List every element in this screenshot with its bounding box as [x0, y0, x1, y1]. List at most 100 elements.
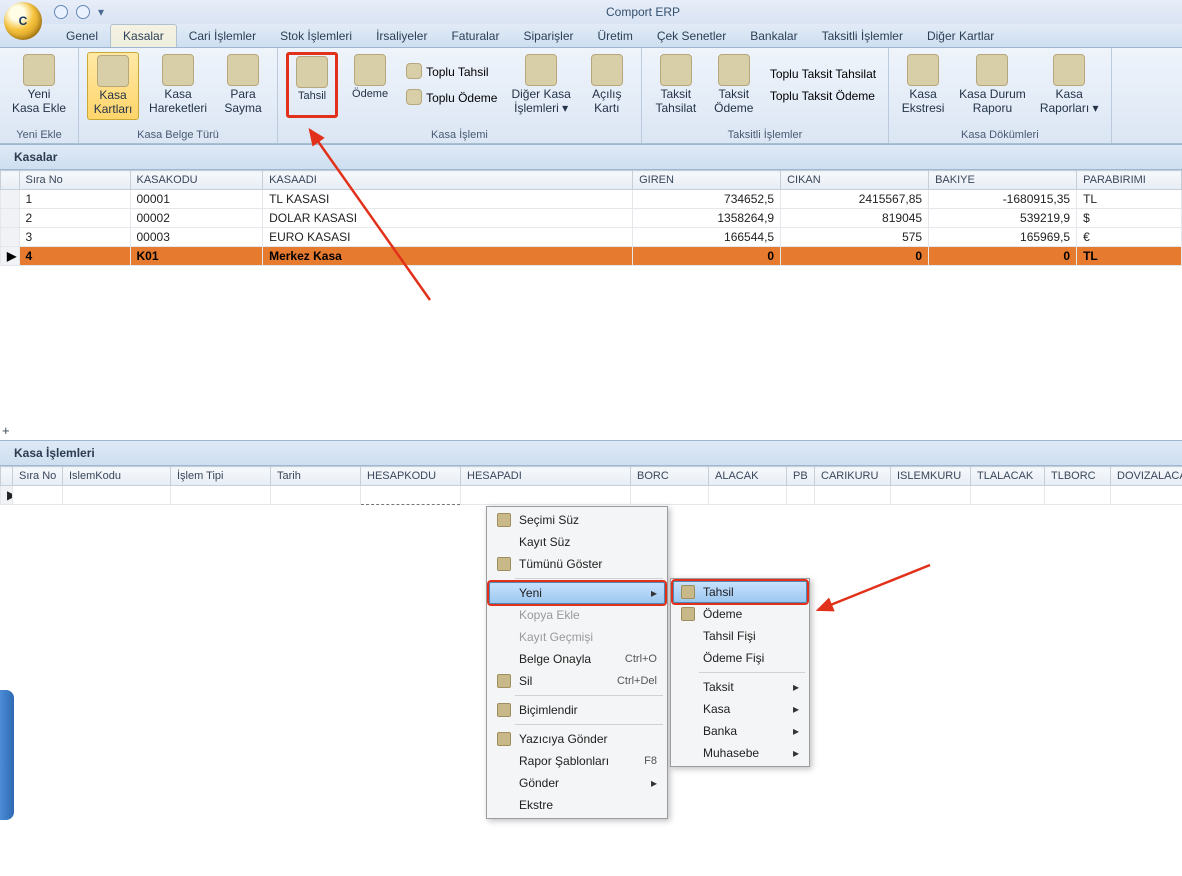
btn-kasa-hareketleri[interactable]: KasaHareketleri: [145, 52, 211, 120]
col[interactable]: HESAPKODU: [361, 467, 461, 486]
btn-toplu-odeme[interactable]: Toplu Ödeme: [406, 89, 497, 107]
col-kasaadi[interactable]: KASAADI: [263, 171, 633, 190]
tab-banka[interactable]: Bankalar: [738, 25, 809, 47]
menu-item[interactable]: Tahsil Fişi: [673, 625, 807, 647]
blank-icon: [679, 701, 697, 717]
menu-item[interactable]: Gönder▸: [489, 772, 665, 794]
qat-info-icon[interactable]: [54, 5, 68, 19]
btn-acilis-karti[interactable]: AçılışKartı: [581, 52, 633, 118]
col-kasakodu[interactable]: KASAKODU: [130, 171, 263, 190]
empty-row[interactable]: ▶: [1, 486, 1182, 505]
menu-label: Kayıt Süz: [519, 535, 657, 549]
col[interactable]: HESAPADI: [461, 467, 631, 486]
menu-item[interactable]: Kayıt Süz: [489, 531, 665, 553]
qat-refresh-icon[interactable]: [76, 5, 90, 19]
btn-diger-kasa-islemleri[interactable]: Diğer Kasaİşlemleri ▾: [507, 52, 574, 118]
blank-icon: [495, 797, 513, 813]
col[interactable]: İşlem Tipi: [171, 467, 271, 486]
tab-kasalar[interactable]: Kasalar: [110, 24, 177, 47]
tab-uretim[interactable]: Üretim: [586, 25, 645, 47]
menu-item[interactable]: Yazıcıya Gönder: [489, 728, 665, 750]
menu-item[interactable]: Seçimi Süz: [489, 509, 665, 531]
col[interactable]: IslemKodu: [63, 467, 171, 486]
col[interactable]: BORC: [631, 467, 709, 486]
blank-icon: [495, 607, 513, 623]
col[interactable]: Tarih: [271, 467, 361, 486]
menu-item[interactable]: Yeni▸: [489, 582, 665, 604]
col[interactable]: ISLEMKURU: [891, 467, 971, 486]
btn-tahsil[interactable]: Tahsil: [286, 52, 338, 118]
btn-kasa-durum-raporu[interactable]: Kasa DurumRaporu: [955, 52, 1030, 118]
tab-cek[interactable]: Çek Senetler: [645, 25, 738, 47]
ribbon: YeniKasa Ekle Yeni Ekle KasaKartları Kas…: [0, 48, 1182, 144]
col-cikan[interactable]: CIKAN: [781, 171, 929, 190]
menu-item[interactable]: Tümünü Göster: [489, 553, 665, 575]
btn-toplu-taksit-odeme[interactable]: Toplu Taksit Ödeme: [770, 89, 876, 103]
col[interactable]: ALACAK: [709, 467, 787, 486]
btn-odeme[interactable]: Ödeme: [344, 52, 396, 118]
menu-item[interactable]: Ekstre: [489, 794, 665, 816]
menu-label: Yazıcıya Gönder: [519, 732, 657, 746]
col[interactable]: DOVIZALACA: [1111, 467, 1182, 486]
tab-irsaliye[interactable]: İrsaliyeler: [364, 25, 439, 47]
app-orb[interactable]: C: [4, 2, 42, 40]
col[interactable]: Sıra No: [13, 467, 63, 486]
col[interactable]: TLALACAK: [971, 467, 1045, 486]
menu-item[interactable]: Taksit▸: [673, 676, 807, 698]
menu-item[interactable]: Biçimlendir: [489, 699, 665, 721]
menu-item[interactable]: SilCtrl+Del: [489, 670, 665, 692]
tab-genel[interactable]: Genel: [54, 25, 110, 47]
blank-icon: [495, 775, 513, 791]
col-giren[interactable]: GIREN: [633, 171, 781, 190]
blank-icon: [679, 745, 697, 761]
table-row-selected[interactable]: ▶4K01Merkez Kasa000TL: [1, 247, 1182, 266]
btn-yeni-kasa-ekle[interactable]: YeniKasa Ekle: [8, 52, 70, 118]
tab-diger[interactable]: Diğer Kartlar: [915, 25, 1006, 47]
menu-item[interactable]: Muhasebe▸: [673, 742, 807, 764]
page-icon: [495, 556, 513, 572]
tab-fatura[interactable]: Faturalar: [439, 25, 511, 47]
box-icon: [679, 606, 697, 622]
menu-label: Kopya Ekle: [519, 608, 657, 622]
col-sirano[interactable]: Sıra No: [19, 171, 130, 190]
col-bakiye[interactable]: BAKIYE: [929, 171, 1077, 190]
menu-item[interactable]: Tahsil: [673, 581, 807, 603]
tab-taksit[interactable]: Taksitli İşlemler: [810, 25, 915, 47]
table-row[interactable]: 200002DOLAR KASASI1358264,9819045539219,…: [1, 209, 1182, 228]
side-dock-tab[interactable]: [0, 690, 14, 820]
btn-para-sayma[interactable]: ParaSayma: [217, 52, 269, 120]
blank-icon: [495, 629, 513, 645]
tab-cari[interactable]: Cari İşlemler: [177, 25, 268, 47]
table-row[interactable]: 100001TL KASASI734652,52415567,85-168091…: [1, 190, 1182, 209]
kasalar-table[interactable]: Sıra No KASAKODU KASAADI GIREN CIKAN BAK…: [0, 170, 1182, 266]
add-row-icon[interactable]: +: [2, 423, 10, 438]
table-row[interactable]: 300003EURO KASASI166544,5575165969,5€: [1, 228, 1182, 247]
context-menu: Seçimi Süz Kayıt Süz Tümünü Göster Yeni▸ Kop…: [486, 506, 668, 819]
menu-item[interactable]: Kasa▸: [673, 698, 807, 720]
menu-item: Kayıt Geçmişi: [489, 626, 665, 648]
col[interactable]: CARIKURU: [815, 467, 891, 486]
menu-item[interactable]: Belge OnaylaCtrl+O: [489, 648, 665, 670]
menu-item[interactable]: Ödeme: [673, 603, 807, 625]
tab-stok[interactable]: Stok İşlemleri: [268, 25, 364, 47]
col[interactable]: TLBORC: [1045, 467, 1111, 486]
submenu-arrow-icon: ▸: [793, 746, 799, 760]
btn-toplu-taksit-tahsilat[interactable]: Toplu Taksit Tahsilat: [770, 67, 876, 81]
menu-item[interactable]: Rapor ŞablonlarıF8: [489, 750, 665, 772]
tab-siparis[interactable]: Siparişler: [511, 25, 585, 47]
filter-icon: [495, 512, 513, 528]
env-icon: [679, 584, 697, 600]
btn-kasa-ekstresi[interactable]: KasaEkstresi: [897, 52, 949, 118]
islemler-table[interactable]: Sıra No IslemKodu İşlem Tipi Tarih HESAP…: [0, 466, 1182, 505]
btn-kasa-raporlari[interactable]: KasaRaporları ▾: [1036, 52, 1103, 118]
group-caption: Taksitli İşlemler: [728, 127, 803, 141]
col[interactable]: PB: [787, 467, 815, 486]
btn-taksit-tahsilat[interactable]: TaksitTahsilat: [650, 52, 702, 118]
btn-toplu-tahsil[interactable]: Toplu Tahsil: [406, 63, 497, 81]
menu-item[interactable]: Ödeme Fişi: [673, 647, 807, 669]
menu-item[interactable]: Banka▸: [673, 720, 807, 742]
btn-taksit-odeme[interactable]: TaksitÖdeme: [708, 52, 760, 118]
col-parabirimi[interactable]: PARABIRIMI: [1077, 171, 1182, 190]
btn-kasa-kartlari[interactable]: KasaKartları: [87, 52, 139, 120]
menu-label: Ödeme: [703, 607, 799, 621]
